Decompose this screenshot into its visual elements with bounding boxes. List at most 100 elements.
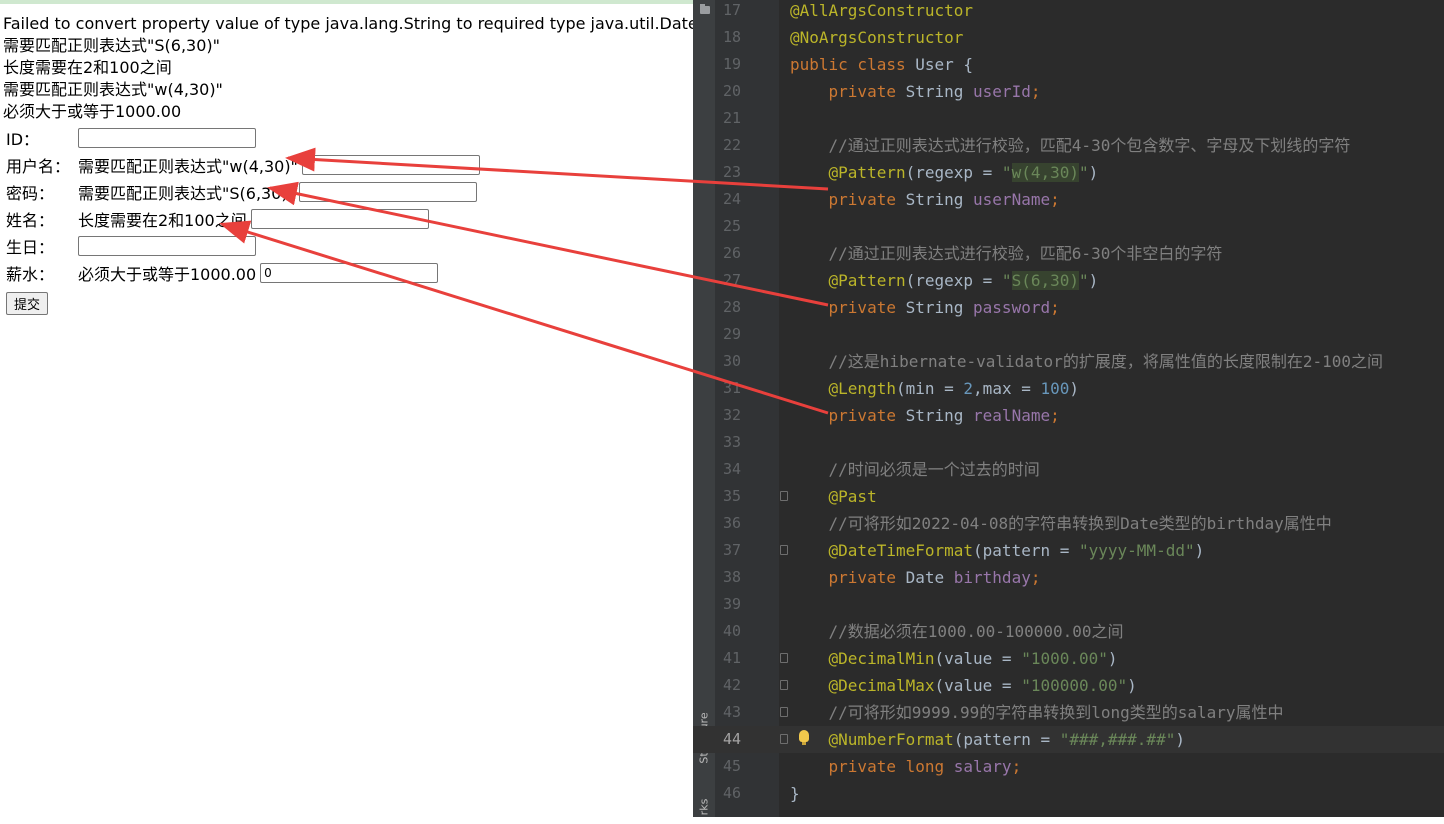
line-number: 33 [722, 433, 741, 451]
code-line[interactable]: 29 [693, 321, 1444, 348]
code-line[interactable]: 35 @Past [693, 483, 1444, 510]
code-token: @Pattern [790, 163, 906, 182]
realname-input[interactable] [250, 208, 429, 229]
code-line[interactable]: 45 private long salary; [693, 753, 1444, 780]
code-line[interactable]: 17 @AllArgsConstructor [693, 0, 1444, 24]
code-line[interactable]: 28 private String password; [693, 294, 1444, 321]
code-token: ) [1175, 730, 1185, 749]
form-row-id: ID： [6, 124, 480, 151]
code-token: @Pattern [790, 271, 906, 290]
user-form: ID： 用户名： 需要匹配正则表达式"w(4,30)" 密码： 需要匹配正则表达… [6, 124, 480, 315]
salary-error: 必须大于或等于1000.00 [78, 264, 257, 284]
code-token: ) [1127, 676, 1137, 695]
line-number: 29 [722, 325, 741, 343]
code-text: @DateTimeFormat(pattern = "yyyy-MM-dd") [790, 537, 1205, 564]
code-text: @Pattern(regexp = "w(4,30)") [790, 159, 1098, 186]
code-token: private [790, 406, 906, 425]
code-text: @NumberFormat(pattern = "###,###.##") [790, 726, 1185, 753]
code-token: //这是hibernate-validator的扩展度，将属性值的长度限制在2-… [790, 352, 1383, 371]
error-list: Failed to convert property value of type… [3, 13, 698, 123]
id-input[interactable] [78, 127, 256, 148]
code-token: @DecimalMin [790, 649, 935, 668]
password-label: 密码： [6, 183, 55, 203]
code-text: //通过正则表达式进行校验，匹配6-30个非空白的字符 [790, 240, 1223, 267]
code-line[interactable]: 19 public class User { [693, 51, 1444, 78]
password-input[interactable] [299, 181, 477, 202]
browser-page: Failed to convert property value of type… [0, 0, 698, 817]
code-text: //可将形如9999.99的字符串转换到long类型的salary属性中 [790, 699, 1284, 726]
code-token: ) [1107, 649, 1118, 668]
line-number: 40 [722, 622, 741, 640]
line-number: 36 [722, 514, 741, 532]
code-line[interactable]: 36 //可将形如2022-04-08的字符串转换到Date类型的birthda… [693, 510, 1444, 537]
code-line[interactable]: 33 [693, 429, 1444, 456]
code-line[interactable]: 22 //通过正则表达式进行校验，匹配4-30个包含数字、字母及下划线的字符 [693, 132, 1444, 159]
code-token: //数据必须在1000.00-100000.00之间 [790, 622, 1124, 641]
code-line[interactable]: 44 @NumberFormat(pattern = "###,###.##") [693, 726, 1444, 753]
fold-marker-icon[interactable] [780, 680, 788, 690]
code-token: (regexp = [905, 271, 1002, 290]
code-text: private String userId; [790, 78, 1041, 105]
code-text: //时间必须是一个过去的时间 [790, 456, 1040, 483]
submit-button[interactable]: 提交 [6, 292, 49, 315]
code-line[interactable]: 34 //时间必须是一个过去的时间 [693, 456, 1444, 483]
fold-marker-icon[interactable] [780, 653, 788, 663]
code-text: @Pattern(regexp = "S(6,30)") [790, 267, 1098, 294]
code-text: //可将形如2022-04-08的字符串转换到Date类型的birthday属性… [790, 510, 1332, 537]
code-line[interactable]: 25 [693, 213, 1444, 240]
error-message: 需要匹配正则表达式"w(4,30)" [3, 80, 223, 99]
code-token: userName [973, 190, 1051, 209]
code-token: String [905, 298, 974, 317]
code-line[interactable]: 20 private String userId; [693, 78, 1444, 105]
line-number: 44 [722, 730, 741, 748]
code-text: @AllArgsConstructor [790, 0, 973, 24]
username-error: 需要匹配正则表达式"w(4,30)" [78, 156, 298, 176]
code-token: w(4,30) [1011, 163, 1079, 182]
form-row-password: 密码： 需要匹配正则表达式"S(6,30)" [6, 178, 480, 205]
code-line[interactable]: 39 [693, 591, 1444, 618]
birthday-input[interactable] [78, 235, 256, 256]
salary-input[interactable] [260, 262, 439, 283]
error-message: 需要匹配正则表达式"S(6,30)" [3, 36, 220, 55]
code-line[interactable]: 23 @Pattern(regexp = "w(4,30)") [693, 159, 1444, 186]
code-line[interactable]: 38 private Date birthday; [693, 564, 1444, 591]
code-line[interactable]: 46} [693, 780, 1444, 807]
code-line[interactable]: 26 //通过正则表达式进行校验，匹配6-30个非空白的字符 [693, 240, 1444, 267]
code-token: 100 [1040, 379, 1070, 398]
line-number: 46 [722, 784, 741, 802]
code-line[interactable]: 27 @Pattern(regexp = "S(6,30)") [693, 267, 1444, 294]
code-token: User { [915, 55, 974, 74]
code-text: } [790, 780, 800, 807]
code-line[interactable]: 18 @NoArgsConstructor [693, 24, 1444, 51]
code-line[interactable]: 24 private String userName; [693, 186, 1444, 213]
code-line[interactable]: 32 private String realName; [693, 402, 1444, 429]
code-token: private [790, 298, 906, 317]
code-text: @DecimalMax(value = "100000.00") [790, 672, 1137, 699]
fold-marker-icon[interactable] [780, 707, 788, 717]
code-line[interactable]: 41 @DecimalMin(value = "1000.00") [693, 645, 1444, 672]
code-token: ; [1030, 82, 1041, 101]
code-token: private [790, 568, 906, 587]
line-number: 24 [722, 190, 741, 208]
fold-marker-icon[interactable] [780, 734, 788, 744]
code-token: realName [973, 406, 1051, 425]
fold-marker-icon[interactable] [780, 545, 788, 555]
line-number: 32 [722, 406, 741, 424]
fold-marker-icon[interactable] [780, 491, 788, 501]
line-number: 39 [722, 595, 741, 613]
code-text: public class User { [790, 51, 973, 78]
code-line[interactable]: 30 //这是hibernate-validator的扩展度，将属性值的长度限制… [693, 348, 1444, 375]
username-input[interactable] [301, 154, 480, 175]
line-number: 41 [722, 649, 741, 667]
code-line[interactable]: 43 //可将形如9999.99的字符串转换到long类型的salary属性中 [693, 699, 1444, 726]
code-token: @DateTimeFormat [790, 541, 974, 560]
line-number: 25 [722, 217, 741, 235]
line-number: 20 [722, 82, 741, 100]
code-line[interactable]: 37 @DateTimeFormat(pattern = "yyyy-MM-dd… [693, 537, 1444, 564]
ide-editor: Structure rks 17@AllArgsConstructor18@No… [693, 0, 1444, 817]
code-line[interactable]: 31 @Length(min = 2,max = 100) [693, 375, 1444, 402]
code-line[interactable]: 42 @DecimalMax(value = "100000.00") [693, 672, 1444, 699]
code-line[interactable]: 40 //数据必须在1000.00-100000.00之间 [693, 618, 1444, 645]
code-line[interactable]: 21 [693, 105, 1444, 132]
line-number: 17 [722, 1, 741, 19]
